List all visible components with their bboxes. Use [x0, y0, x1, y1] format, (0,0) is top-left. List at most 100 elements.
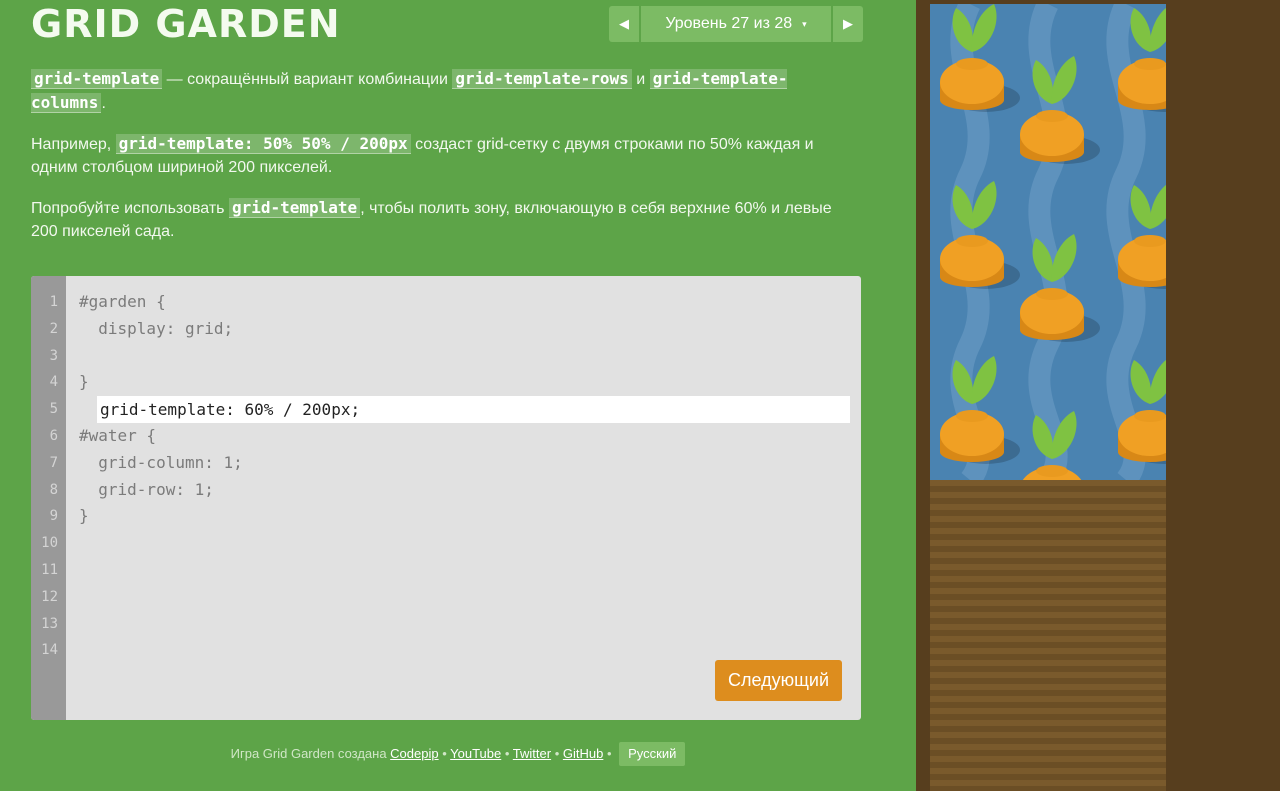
soil-stripe [930, 624, 1166, 630]
line-number: 3 [49, 347, 58, 364]
soil-stripe [930, 654, 1166, 660]
soil-stripe [930, 642, 1166, 648]
carrot-icon [940, 356, 1020, 464]
instructions-paragraph-2: Например, grid-template: 50% 50% / 200px… [31, 132, 861, 179]
soil-stripe [930, 546, 1166, 552]
soil-stripe [930, 594, 1166, 600]
line-number: 1 [49, 294, 58, 310]
carrot-icon [1118, 184, 1166, 289]
soil-stripe [930, 534, 1166, 540]
soil-stripe [930, 702, 1166, 708]
code-area: #garden { display: grid; } #water { grid… [79, 289, 850, 530]
code-line: #garden { [79, 292, 166, 311]
arrow-right-icon: ▶ [843, 16, 853, 31]
soil-stripe [930, 678, 1166, 684]
language-button[interactable]: Русский [619, 742, 686, 766]
soil-stripe [930, 552, 1166, 558]
line-number: 4 [49, 374, 58, 391]
code-line: } [79, 506, 89, 526]
code-snippet: grid-template [31, 69, 163, 89]
soil-stripe [930, 630, 1166, 636]
footer-link-youtube[interactable]: YouTube [450, 746, 501, 761]
level-navigation: ◀ Уровень 27 из 28 ▾ ▶ [609, 6, 863, 42]
footer-separator: • [603, 746, 616, 761]
soil-stripe [930, 558, 1166, 564]
soil-stripe [930, 600, 1166, 606]
soil-stripe [930, 738, 1166, 744]
soil-stripe [930, 492, 1166, 498]
page-title: GRID GARDEN [31, 2, 341, 46]
footer-link-codepip[interactable]: Codepip [390, 746, 438, 761]
code-snippet: grid-template [228, 198, 361, 218]
carrot-icon [1118, 359, 1166, 464]
soil-stripe [930, 612, 1166, 618]
arrow-left-icon: ◀ [619, 16, 629, 31]
next-button[interactable]: Следующий [715, 660, 842, 701]
soil-stripe [930, 762, 1166, 768]
garden-board [916, 0, 1280, 791]
soil-stripe [930, 756, 1166, 762]
instructions-paragraph-3: Попробуйте использовать grid-template, ч… [31, 196, 861, 243]
line-number: 10 [41, 535, 58, 552]
carrot-icon [1118, 7, 1166, 112]
css-editor: 1 2 3 4 5 6 7 8 9 10 11 12 13 14 #garden { display: g… [31, 276, 861, 720]
instructions-paragraph-1: grid-template — сокращённый вариант комб… [31, 67, 861, 115]
soil-stripe [930, 606, 1166, 612]
soil-stripe [930, 618, 1166, 624]
soil-rows [930, 480, 1166, 791]
footer: Игра Grid Garden создана Codepip • YouTu… [0, 742, 916, 766]
soil-stripe [930, 750, 1166, 756]
soil-stripe [930, 696, 1166, 702]
line-number: 5 [49, 401, 58, 418]
footer-link-twitter[interactable]: Twitter [513, 746, 551, 761]
soil-stripe [930, 690, 1166, 696]
soil-stripe [930, 540, 1166, 546]
carrot-icon [940, 181, 1020, 289]
footer-separator: • [438, 746, 451, 761]
soil-stripe [930, 588, 1166, 594]
soil-stripe [930, 582, 1166, 588]
line-number: 14 [41, 642, 58, 659]
caret-down-icon: ▾ [802, 18, 807, 29]
water-zone [930, 4, 1166, 480]
soil-stripe [930, 576, 1166, 582]
soil-stripe [930, 786, 1166, 791]
code-line: grid-row: 1; [79, 479, 214, 499]
footer-separator: • [501, 746, 513, 761]
next-level-button[interactable]: ▶ [833, 6, 863, 42]
footer-credit-text: Игра Grid Garden создана [230, 746, 391, 761]
soil-zone [930, 480, 1166, 791]
footer-separator: • [551, 746, 563, 761]
soil-stripe [930, 744, 1166, 750]
soil-stripe [930, 732, 1166, 738]
garden-bed [930, 4, 1166, 791]
code-line: #water { [79, 425, 157, 445]
line-number: 9 [49, 508, 58, 525]
soil-stripe [930, 570, 1166, 576]
instruction-text: . [101, 95, 106, 112]
soil-stripe [930, 672, 1166, 678]
code-line: grid-column: 1; [79, 452, 243, 472]
line-number: 6 [49, 427, 58, 444]
soil-stripe [930, 660, 1166, 666]
level-indicator[interactable]: Уровень 27 из 28 ▾ [641, 6, 831, 42]
carrot-icon [940, 4, 1020, 112]
soil-stripe [930, 510, 1166, 516]
soil-stripe [930, 528, 1166, 534]
previous-level-button[interactable]: ◀ [609, 6, 639, 42]
line-number: 7 [49, 454, 58, 471]
instruction-text: — сокращённый вариант комбинации [162, 71, 453, 88]
sidebar: GRID GARDEN ◀ Уровень 27 из 28 ▾ ▶ grid-… [0, 0, 916, 791]
footer-link-github[interactable]: GitHub [563, 746, 603, 761]
code-snippet: grid-template-rows [452, 69, 632, 89]
soil-stripe [930, 684, 1166, 690]
soil-stripe [930, 666, 1166, 672]
instruction-text: Например, [31, 136, 116, 153]
soil-stripe [930, 564, 1166, 570]
instruction-text: и [631, 71, 650, 88]
code-line-input [79, 343, 850, 424]
soil-stripe [930, 522, 1166, 528]
code-line: } [79, 372, 89, 392]
soil-stripe [930, 486, 1166, 492]
code-line: display: grid; [79, 318, 234, 338]
